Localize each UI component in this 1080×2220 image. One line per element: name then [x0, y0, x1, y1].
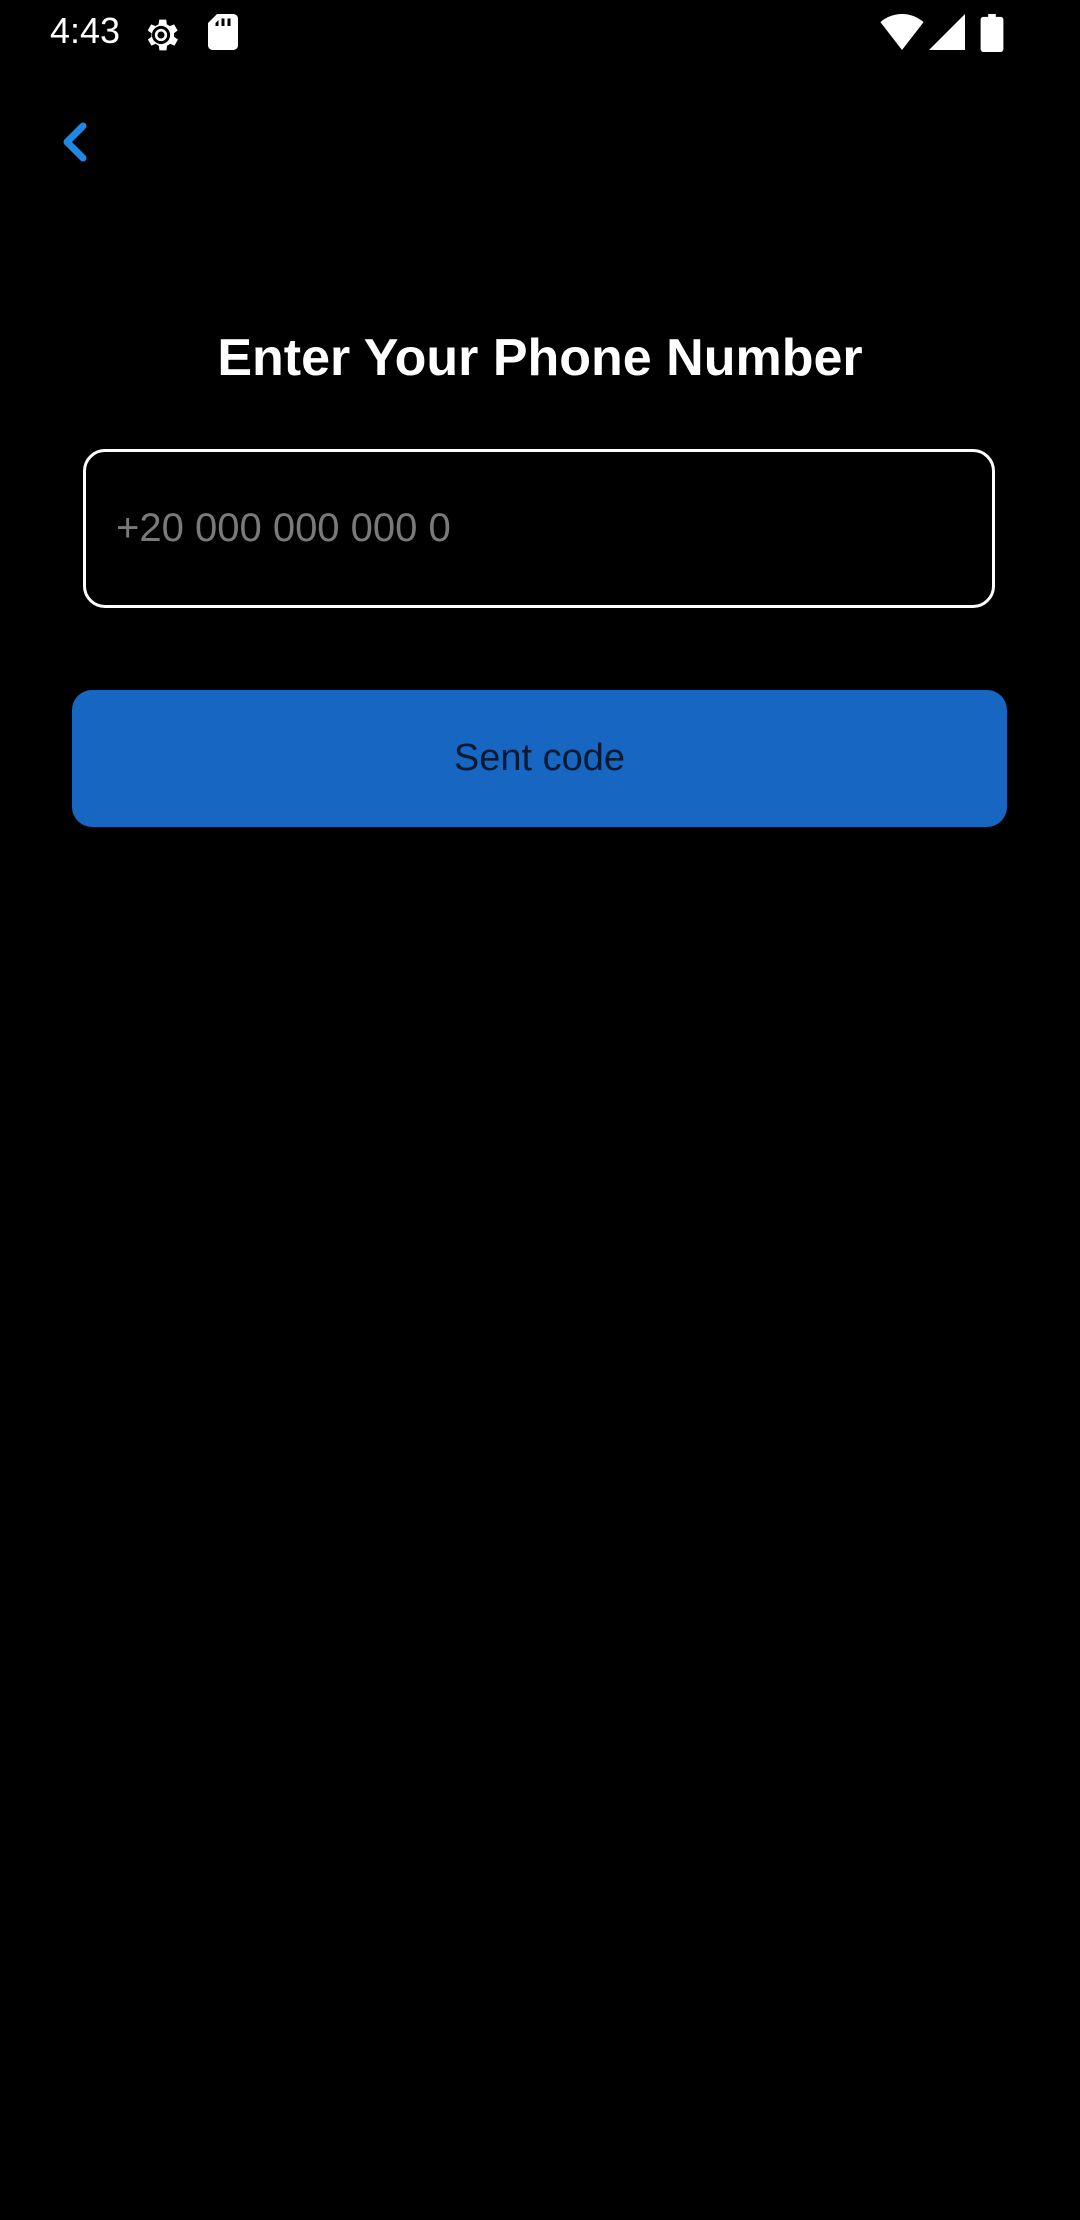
battery-icon [980, 14, 1004, 52]
wifi-icon [880, 14, 924, 50]
page-title: Enter Your Phone Number [217, 329, 863, 387]
phone-number-input[interactable] [116, 452, 966, 605]
chevron-left-icon [63, 122, 87, 162]
send-code-label: Sent code [453, 737, 626, 779]
status-bar: 4:43 [0, 0, 1080, 66]
phone-entry-screen: 4:43 Enter Your Phone Number Sent code [0, 0, 1080, 2220]
phone-number-field[interactable] [83, 449, 995, 608]
sd-card-icon [208, 14, 238, 50]
signal-icon [929, 14, 965, 50]
back-button[interactable] [44, 112, 104, 172]
gear-icon [147, 19, 178, 51]
status-time: 4:43 [50, 10, 121, 51]
send-code-button[interactable]: Sent code [72, 690, 1007, 827]
